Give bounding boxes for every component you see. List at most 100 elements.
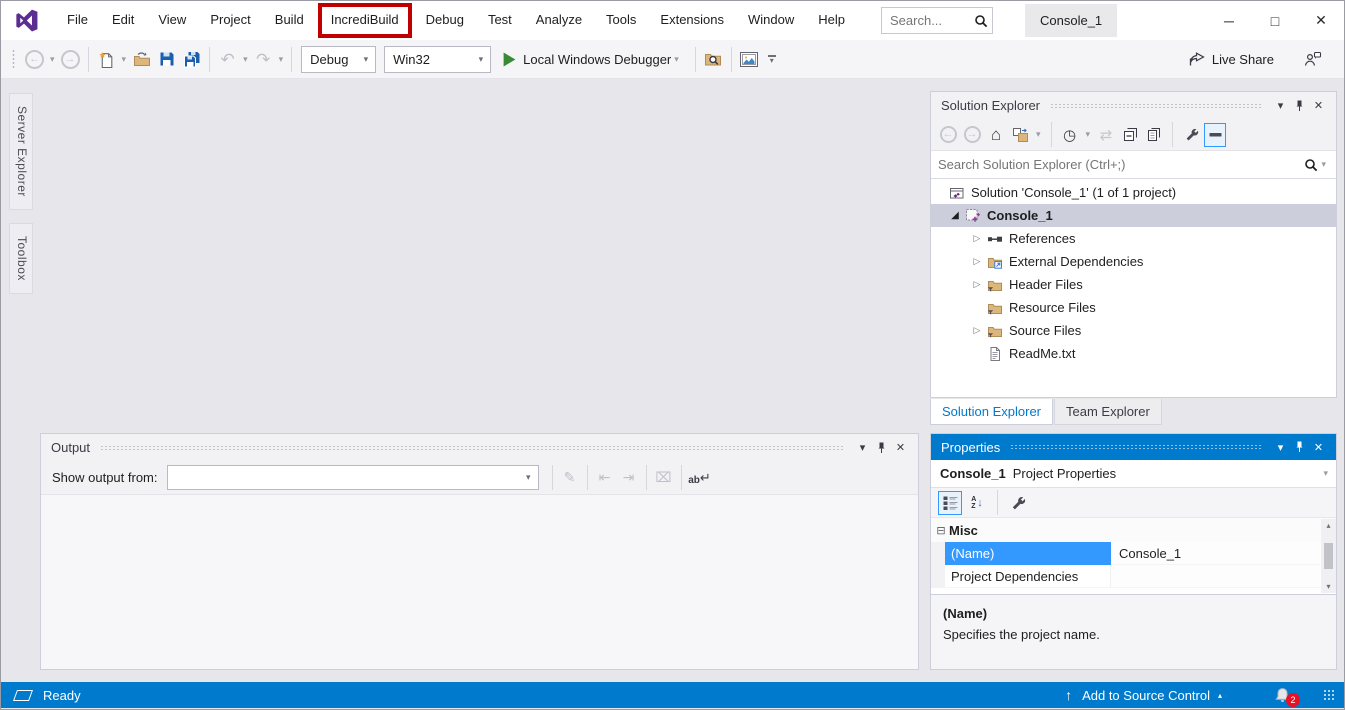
tree-expanded-arrow-icon[interactable]: ◢ bbox=[945, 210, 965, 221]
open-file-button[interactable] bbox=[130, 46, 153, 73]
toolbar-grip[interactable] bbox=[11, 49, 17, 69]
menu-item-build[interactable]: Build bbox=[263, 1, 316, 40]
navigate-back-button[interactable]: ← bbox=[23, 46, 46, 73]
run-dropdown[interactable]: ▾ bbox=[671, 54, 682, 65]
menu-item-project[interactable]: Project bbox=[198, 1, 262, 40]
close-panel-button[interactable]: ✕ bbox=[891, 441, 910, 454]
scrollbar-thumb[interactable] bbox=[1324, 543, 1333, 569]
preview-selected-items-toggle[interactable] bbox=[1204, 123, 1226, 147]
property-row-project-dependencies[interactable]: Project Dependencies bbox=[931, 565, 1336, 588]
redo-button[interactable]: ↷ bbox=[252, 46, 275, 73]
menu-item-analyze[interactable]: Analyze bbox=[524, 1, 594, 40]
new-project-dropdown[interactable]: ▾ bbox=[119, 54, 130, 65]
menu-item-view[interactable]: View bbox=[146, 1, 198, 40]
dock-tab-toolbox[interactable]: Toolbox bbox=[9, 223, 33, 294]
tab-solution-explorer[interactable]: Solution Explorer bbox=[930, 399, 1053, 425]
pending-changes-filter-button[interactable]: ◷ bbox=[1059, 123, 1081, 147]
solution-search-input[interactable] bbox=[938, 157, 1304, 172]
tree-item-external-dependencies[interactable]: ▷External Dependencies bbox=[931, 250, 1336, 273]
window-position-dropdown[interactable]: ▾ bbox=[1271, 441, 1290, 454]
add-to-source-control-button[interactable]: Add to Source Control bbox=[1082, 688, 1210, 703]
tree-item-source-files[interactable]: ▷Source Files bbox=[931, 319, 1336, 342]
scroll-up-icon[interactable]: ▴ bbox=[1326, 521, 1330, 530]
build-monitor-button[interactable] bbox=[738, 46, 761, 73]
property-value-cell[interactable]: Console_1 bbox=[1111, 542, 1336, 565]
window-position-dropdown[interactable]: ▾ bbox=[853, 441, 872, 454]
close-panel-button[interactable]: ✕ bbox=[1309, 99, 1328, 112]
output-source-combo[interactable]: ▾ bbox=[167, 465, 539, 490]
navigate-back-dropdown[interactable]: ▾ bbox=[47, 54, 58, 65]
redo-dropdown[interactable]: ▾ bbox=[276, 54, 287, 65]
dock-tab-server-explorer[interactable]: Server Explorer bbox=[9, 93, 33, 210]
property-name-cell[interactable]: Project Dependencies bbox=[945, 565, 1111, 588]
tab-team-explorer[interactable]: Team Explorer bbox=[1054, 399, 1162, 425]
category-row-misc[interactable]: ⊟ Misc bbox=[931, 518, 1336, 542]
menu-item-test[interactable]: Test bbox=[476, 1, 524, 40]
close-panel-button[interactable]: ✕ bbox=[1309, 441, 1328, 454]
properties-object-selector[interactable]: Console_1 Project Properties ▾ bbox=[931, 460, 1336, 488]
save-button[interactable] bbox=[155, 46, 178, 73]
switch-views-button[interactable] bbox=[1009, 123, 1031, 147]
pin-icon[interactable] bbox=[872, 442, 891, 454]
property-pages-button[interactable] bbox=[1006, 491, 1030, 515]
tree-item-header-files[interactable]: ▷Header Files bbox=[931, 273, 1336, 296]
minimize-button[interactable]: ─ bbox=[1206, 1, 1252, 40]
property-value-cell[interactable] bbox=[1111, 565, 1336, 588]
solution-configuration-combo[interactable]: Debug ▾ bbox=[301, 46, 376, 73]
panel-drag-handle[interactable] bbox=[100, 445, 843, 451]
sync-with-active-document-button[interactable]: ⇄ bbox=[1095, 123, 1117, 147]
switch-views-dropdown[interactable]: ▾ bbox=[1033, 129, 1044, 140]
search-options-dropdown[interactable]: ▾ bbox=[1318, 159, 1329, 170]
next-message-button[interactable]: ⇥ bbox=[617, 469, 641, 486]
word-wrap-button[interactable]: ab↵ bbox=[687, 470, 713, 486]
navigate-forward-button[interactable]: → bbox=[59, 46, 82, 73]
tree-item-solution-console-1-1-of-1-project[interactable]: Solution 'Console_1' (1 of 1 project) bbox=[931, 181, 1336, 204]
search-input[interactable] bbox=[890, 13, 974, 28]
window-position-dropdown[interactable]: ▾ bbox=[1271, 99, 1290, 112]
panel-drag-handle[interactable] bbox=[1050, 103, 1261, 109]
document-title-tab[interactable]: Console_1 bbox=[1025, 4, 1117, 37]
tree-collapsed-arrow-icon[interactable]: ▷ bbox=[967, 233, 987, 244]
menu-item-file[interactable]: File bbox=[55, 1, 100, 40]
solution-explorer-search[interactable]: ▾ bbox=[931, 150, 1336, 179]
collapse-category-icon[interactable]: ⊟ bbox=[933, 524, 949, 537]
resize-grip[interactable] bbox=[1323, 689, 1336, 702]
start-debugging-button[interactable]: Local Windows Debugger ▾ bbox=[503, 52, 682, 67]
tree-item-readme-txt[interactable]: ReadMe.txt bbox=[931, 342, 1336, 365]
property-grid-scrollbar[interactable]: ▴ ▾ bbox=[1321, 519, 1336, 593]
undo-button[interactable]: ↶ bbox=[216, 46, 239, 73]
solution-explorer-header[interactable]: Solution Explorer ▾ ✕ bbox=[931, 92, 1336, 119]
tree-item-references[interactable]: ▷References bbox=[931, 227, 1336, 250]
properties-header[interactable]: Properties ▾ ✕ bbox=[931, 434, 1336, 460]
forward-button[interactable]: → bbox=[961, 123, 983, 147]
background-tasks-icon[interactable] bbox=[13, 690, 33, 701]
collapse-all-button[interactable] bbox=[1119, 123, 1141, 147]
panel-drag-handle[interactable] bbox=[1010, 444, 1261, 450]
maximize-button[interactable]: □ bbox=[1252, 1, 1298, 40]
tree-item-resource-files[interactable]: Resource Files bbox=[931, 296, 1336, 319]
quick-search-box[interactable] bbox=[881, 7, 993, 34]
tree-collapsed-arrow-icon[interactable]: ▷ bbox=[967, 325, 987, 336]
feedback-button[interactable] bbox=[1304, 51, 1322, 67]
output-content[interactable] bbox=[41, 494, 918, 669]
tree-item-console-1[interactable]: ◢Console_1 bbox=[931, 204, 1336, 227]
property-name-cell[interactable]: (Name) bbox=[945, 542, 1111, 565]
home-icon[interactable]: ⌂ bbox=[985, 123, 1007, 147]
menu-item-edit[interactable]: Edit bbox=[100, 1, 146, 40]
menu-item-tools[interactable]: Tools bbox=[594, 1, 648, 40]
notifications-button[interactable]: 2 bbox=[1274, 687, 1291, 704]
toolbar-overflow-button[interactable]: ▾ bbox=[768, 55, 776, 64]
properties-button[interactable] bbox=[1180, 123, 1202, 147]
close-button[interactable]: ✕ bbox=[1298, 1, 1344, 40]
show-all-files-button[interactable] bbox=[1143, 123, 1165, 147]
pin-icon[interactable] bbox=[1290, 100, 1309, 112]
pin-icon[interactable] bbox=[1290, 441, 1309, 453]
find-in-files-button[interactable] bbox=[702, 46, 725, 73]
undo-dropdown[interactable]: ▾ bbox=[240, 54, 251, 65]
tree-collapsed-arrow-icon[interactable]: ▷ bbox=[967, 256, 987, 267]
menu-item-window[interactable]: Window bbox=[736, 1, 806, 40]
previous-message-button[interactable]: ⇤ bbox=[593, 469, 617, 486]
menu-item-debug[interactable]: Debug bbox=[414, 1, 476, 40]
source-control-caret-icon[interactable]: ▴ bbox=[1218, 691, 1222, 700]
categorized-view-button[interactable] bbox=[938, 491, 962, 515]
